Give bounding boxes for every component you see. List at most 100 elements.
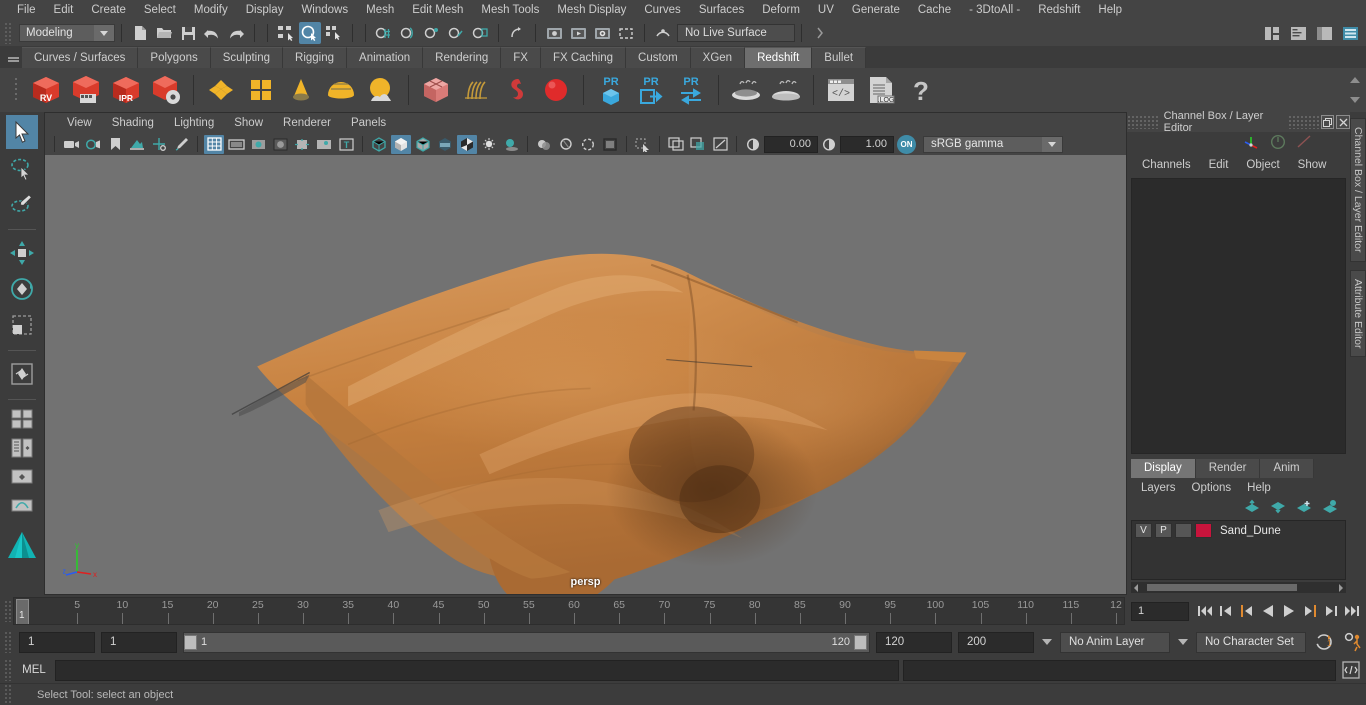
gamma-icon[interactable] [819, 135, 839, 154]
live-surface-field[interactable]: No Live Surface [677, 24, 795, 42]
menu-windows[interactable]: Windows [292, 0, 357, 20]
shelf-scroll-down-icon[interactable] [1350, 97, 1360, 103]
layer-playback-toggle[interactable]: P [1155, 523, 1172, 538]
multisample-aa-icon[interactable] [578, 135, 598, 154]
step-back-frame-button[interactable] [1216, 601, 1236, 621]
range-end-handle[interactable] [854, 634, 867, 650]
manipulator-axis-icon[interactable] [1243, 133, 1260, 153]
xray-display-icon[interactable] [292, 135, 312, 154]
film-gate-icon[interactable] [226, 135, 246, 154]
xray-joints-icon[interactable] [314, 135, 334, 154]
view-transform-toggle[interactable]: ON [897, 134, 916, 154]
animation-start-field[interactable]: 1 [19, 631, 95, 653]
close-window-icon[interactable] [1336, 115, 1350, 129]
use-all-lights-icon[interactable] [479, 135, 499, 154]
status-line-grip[interactable] [4, 22, 13, 44]
step-forward-frame-button[interactable] [1321, 601, 1341, 621]
current-frame-field[interactable]: 1 [1131, 601, 1189, 621]
character-set-selector[interactable]: No Character Set [1196, 631, 1306, 653]
shadows-icon[interactable] [501, 135, 521, 154]
exposure-icon[interactable] [743, 135, 763, 154]
redo-arrow-icon[interactable] [225, 22, 247, 44]
redshift-proxy-cube-icon[interactable] [417, 71, 455, 109]
render-settings-icon[interactable] [591, 22, 613, 44]
scrollbar-thumb[interactable] [1147, 584, 1297, 591]
gate-mask-icon[interactable] [270, 135, 290, 154]
redshift-material-blender-icon[interactable] [242, 71, 280, 109]
shelf-tab-xgen[interactable]: XGen [690, 47, 746, 68]
channel-box-menu-channels[interactable]: Channels [1133, 155, 1200, 175]
tab-display-layers[interactable]: Display [1131, 459, 1196, 478]
animation-preferences-icon[interactable] [1342, 630, 1366, 654]
menu-surfaces[interactable]: Surfaces [690, 0, 753, 20]
menu-cache[interactable]: Cache [909, 0, 960, 20]
redshift-render-settings-icon[interactable] [147, 71, 185, 109]
menu-curves[interactable]: Curves [635, 0, 689, 20]
redshift-bake-set-icon[interactable] [727, 71, 765, 109]
viewport-menu-renderer[interactable]: Renderer [273, 113, 341, 133]
command-input[interactable] [55, 659, 900, 681]
layer-menu-layers[interactable]: Layers [1133, 479, 1184, 498]
redshift-ies-light-icon[interactable] [282, 71, 320, 109]
redshift-render-view-icon[interactable]: RV [27, 71, 65, 109]
panel-grip-left[interactable] [1127, 115, 1158, 129]
snap-to-point-icon[interactable] [421, 22, 443, 44]
menu-help[interactable]: Help [1089, 0, 1131, 20]
layer-color-swatch[interactable] [1195, 523, 1212, 538]
redshift-proxy-create-icon[interactable]: PR [592, 71, 630, 109]
modeling-toolkit-icon[interactable] [1261, 22, 1283, 44]
menu-mesh-tools[interactable]: Mesh Tools [472, 0, 548, 20]
menu-uv[interactable]: UV [809, 0, 843, 20]
redshift-volume-icon[interactable] [497, 71, 535, 109]
create-empty-layer-icon[interactable] [1295, 499, 1312, 517]
menu-3dtoall[interactable]: - 3DtoAll - [960, 0, 1029, 20]
redshift-render-sequence-icon[interactable] [67, 71, 105, 109]
text-display-icon[interactable]: T [336, 135, 356, 154]
range-start-handle[interactable] [184, 634, 197, 650]
menu-edit[interactable]: Edit [45, 0, 83, 20]
go-to-end-button[interactable] [1342, 601, 1362, 621]
menu-mesh-display[interactable]: Mesh Display [548, 0, 635, 20]
menu-select[interactable]: Select [135, 0, 185, 20]
layer-menu-help[interactable]: Help [1239, 479, 1279, 498]
channel-box-menu-show[interactable]: Show [1289, 155, 1336, 175]
redshift-ipr-render-icon[interactable]: IPR [107, 71, 145, 109]
shelf-tab-curves-surfaces[interactable]: Curves / Surfaces [22, 47, 139, 68]
construction-history-icon[interactable] [506, 22, 528, 44]
redshift-help-icon[interactable]: ? [902, 71, 940, 109]
layout-single-pane-button[interactable] [7, 406, 37, 432]
tab-anim-layers[interactable]: Anim [1260, 459, 1314, 478]
exposure-field[interactable]: 0.00 [764, 135, 818, 153]
script-editor-icon[interactable] [1340, 659, 1362, 681]
speed-dial-icon[interactable] [1270, 134, 1286, 153]
menu-generate[interactable]: Generate [843, 0, 909, 20]
create-layer-from-selected-icon[interactable] [1321, 499, 1338, 517]
vertical-tab-attribute-editor[interactable]: Attribute Editor [1350, 269, 1366, 357]
character-set-dropdown-arrow-icon[interactable] [1176, 632, 1190, 653]
play-forwards-button[interactable] [1279, 601, 1299, 621]
render-current-frame-icon[interactable] [543, 22, 565, 44]
vertical-tab-channel-box[interactable]: Channel Box / Layer Editor [1350, 118, 1366, 262]
viewport-menu-view[interactable]: View [57, 113, 102, 133]
ipr-render-icon[interactable] [567, 22, 589, 44]
step-forward-key-button[interactable] [1300, 601, 1320, 621]
wireframe-shading-icon[interactable] [369, 135, 389, 154]
color-management-dropdown[interactable]: sRGB gamma [923, 135, 1063, 153]
rotate-tool-button[interactable] [6, 272, 38, 306]
scroll-left-arrow-icon[interactable] [1131, 582, 1142, 593]
redshift-sphere-light-icon[interactable] [537, 71, 575, 109]
shelf-tab-redshift[interactable]: Redshift [745, 47, 813, 68]
layout-four-pane-button[interactable] [7, 435, 37, 461]
image-plane-icon[interactable] [127, 135, 147, 154]
smooth-shaded-icon[interactable] [391, 134, 411, 154]
display-layer-list[interactable]: V P Sand_Dune [1131, 520, 1346, 580]
menu-deform[interactable]: Deform [753, 0, 809, 20]
viewport-menu-lighting[interactable]: Lighting [164, 113, 224, 133]
new-file-icon[interactable] [129, 22, 151, 44]
layer-visibility-toggle[interactable]: V [1135, 523, 1152, 538]
go-to-start-button[interactable] [1195, 601, 1215, 621]
menu-mesh[interactable]: Mesh [357, 0, 403, 20]
texture-checker-icon[interactable] [457, 134, 477, 154]
range-slider-bar[interactable]: 1 120 [183, 631, 870, 653]
display-resolution-icon[interactable] [710, 135, 730, 154]
